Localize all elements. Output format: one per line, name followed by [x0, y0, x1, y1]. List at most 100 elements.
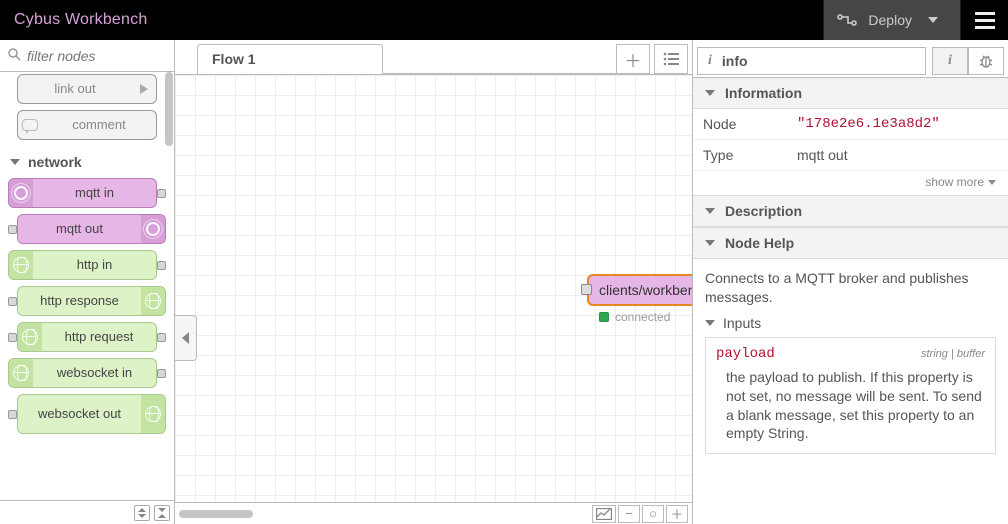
app-header: Cybus Workbench Deploy: [0, 0, 1008, 40]
property-type: string | buffer: [921, 348, 985, 360]
deploy-label: Deploy: [868, 12, 912, 28]
palette-node-comment[interactable]: comment: [17, 110, 157, 140]
list-flows-button[interactable]: [654, 44, 688, 74]
node-label: mqtt in: [33, 186, 156, 200]
navigator-button[interactable]: [592, 505, 616, 523]
port-icon: [8, 225, 17, 234]
show-more-link[interactable]: show more: [693, 171, 1008, 195]
status-dot-icon: [599, 312, 609, 322]
input-property: payload string | buffer the payload to p…: [705, 337, 996, 455]
info-value-node-id: "178e2e6.1e3a8d2": [791, 109, 1008, 139]
info-key: Node: [693, 109, 791, 139]
port-icon: [157, 261, 166, 270]
main-menu-button[interactable]: [960, 0, 1008, 40]
sidebar: i info i Information Node "178e2e6.1e3a8…: [692, 40, 1008, 524]
link-out-icon: [132, 75, 156, 103]
info-value-type: mqtt out: [791, 140, 1008, 170]
sidebar-tab-info[interactable]: i info: [697, 47, 926, 75]
deploy-icon: [836, 13, 858, 27]
globe-icon: [141, 287, 165, 315]
zoom-reset-button[interactable]: ○: [642, 505, 664, 523]
port-icon: [8, 410, 17, 419]
section-node-help[interactable]: Node Help: [693, 227, 1008, 259]
show-more-text: show more: [925, 175, 984, 189]
chevron-down-icon: [705, 240, 715, 246]
globe-icon: [9, 359, 33, 387]
search-icon: [8, 48, 21, 64]
palette-node-http-in[interactable]: http in: [8, 250, 157, 280]
info-icon: i: [708, 53, 712, 69]
section-label: Node Help: [725, 235, 794, 251]
property-description: the payload to publish. If this property…: [716, 368, 985, 444]
category-network[interactable]: network: [10, 154, 166, 170]
add-flow-button[interactable]: ＋: [616, 44, 650, 74]
tab-bar: Flow 1 ＋: [175, 40, 692, 74]
info-row-node: Node "178e2e6.1e3a8d2": [693, 109, 1008, 140]
port-icon: [8, 297, 17, 306]
port-icon: [157, 189, 166, 198]
horizontal-scrollbar[interactable]: [179, 509, 590, 519]
chevron-down-icon: [705, 320, 715, 326]
palette-node-http-request[interactable]: http request: [17, 322, 157, 352]
node-status: connected: [599, 310, 670, 324]
palette-node-mqtt-in[interactable]: mqtt in: [8, 178, 157, 208]
globe-icon: [18, 323, 42, 351]
palette-node-mqtt-out[interactable]: mqtt out: [17, 214, 166, 244]
section-inputs[interactable]: Inputs: [693, 311, 1008, 337]
node-label: comment: [42, 118, 156, 132]
node-label: websocket out: [18, 407, 141, 421]
node-label: link out: [18, 82, 132, 96]
category-label: network: [28, 154, 82, 170]
chevron-down-icon: [10, 159, 20, 165]
flow-tab[interactable]: Flow 1: [197, 44, 383, 74]
chevron-left-icon: [182, 332, 189, 344]
palette-node-websocket-in[interactable]: websocket in: [8, 358, 157, 388]
brand-title: Cybus Workbench: [14, 11, 823, 29]
node-label: http in: [33, 258, 156, 272]
canvas-node-mqtt-out[interactable]: clients/workbench connected: [587, 274, 692, 306]
info-key: Type: [693, 140, 791, 170]
palette-node-link-out[interactable]: link out: [17, 74, 157, 104]
palette-filter: [0, 40, 174, 72]
chevron-down-icon: [705, 208, 715, 214]
globe-icon: [141, 395, 165, 433]
section-label: Information: [725, 85, 802, 101]
comment-icon: [18, 111, 42, 139]
node-label: mqtt out: [18, 222, 141, 236]
info-row-type: Type mqtt out: [693, 140, 1008, 171]
palette-node-websocket-out[interactable]: websocket out: [17, 394, 166, 434]
collapse-all-button[interactable]: [134, 505, 150, 521]
mqtt-icon: [141, 215, 165, 243]
node-help-text: Connects to a MQTT broker and publishes …: [693, 259, 1008, 311]
flow-canvas[interactable]: clients/workbench connected: [175, 75, 692, 502]
deploy-button[interactable]: Deploy: [823, 0, 960, 40]
status-text: connected: [615, 310, 670, 324]
zoom-out-button[interactable]: −: [618, 505, 640, 523]
property-name: payload: [716, 346, 775, 362]
palette-node-http-response[interactable]: http response: [17, 286, 166, 316]
node-label: http request: [42, 330, 156, 344]
section-description[interactable]: Description: [693, 195, 1008, 227]
chevron-down-icon: [988, 180, 996, 185]
sidebar-info-button[interactable]: i: [932, 47, 968, 75]
palette-toggle-button[interactable]: [175, 315, 197, 361]
chevron-down-icon: [705, 90, 715, 96]
section-information[interactable]: Information: [693, 78, 1008, 109]
sidebar-tab-bar: i info i: [693, 44, 1008, 78]
mqtt-icon: [9, 179, 33, 207]
port-icon: [157, 369, 166, 378]
port-icon: [157, 333, 166, 342]
zoom-in-button[interactable]: ＋: [666, 505, 688, 523]
chevron-down-icon: [928, 17, 938, 23]
palette-scrollbar[interactable]: [165, 72, 173, 146]
globe-icon: [9, 251, 33, 279]
node-label: clients/workbench: [599, 282, 692, 298]
node-input-port[interactable]: [581, 284, 592, 295]
section-label: Description: [725, 203, 802, 219]
filter-input[interactable]: [27, 48, 157, 64]
sidebar-debug-button[interactable]: [968, 47, 1004, 75]
expand-all-button[interactable]: [154, 505, 170, 521]
section-label: Inputs: [723, 315, 761, 331]
palette-list[interactable]: link out comment network: [0, 72, 174, 500]
palette-footer: [0, 500, 174, 524]
